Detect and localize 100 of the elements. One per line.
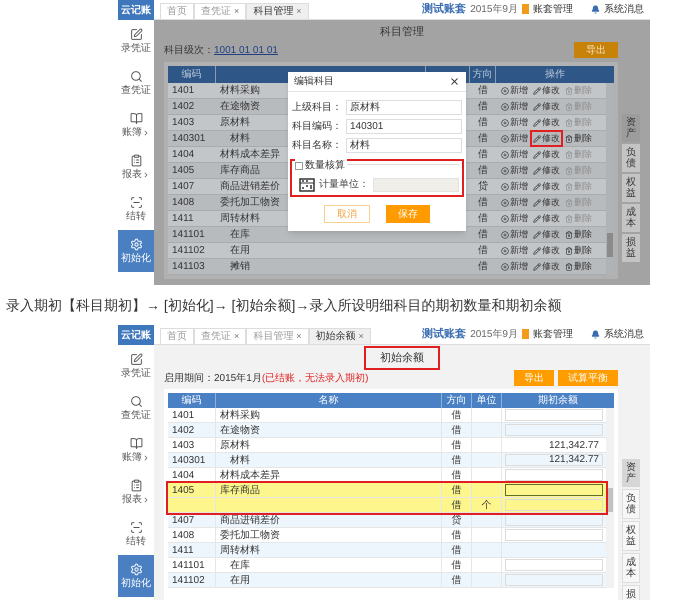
add-link[interactable]: 新增 — [500, 164, 529, 177]
add-link[interactable]: 新增 — [500, 180, 529, 193]
edit-link[interactable]: 修改 — [532, 164, 561, 177]
tab-close-button[interactable]: × — [296, 330, 302, 344]
scrollbar[interactable] — [606, 83, 614, 275]
vertical-tab[interactable]: 权益 — [622, 521, 640, 551]
tab-close-button[interactable]: × — [234, 4, 240, 18]
account-manage-link[interactable]: 账套管理 — [533, 326, 573, 342]
period-label: 启用期间：2015年1月 — [164, 372, 262, 386]
amount-input-field[interactable]: 121,342.77 — [505, 454, 603, 466]
edit-link[interactable]: 修改 — [532, 180, 561, 193]
delete-link[interactable]: 删除 — [564, 228, 593, 241]
delete-link[interactable]: 删除 — [564, 244, 593, 257]
table-cell: 借 — [478, 245, 488, 256]
tab-close-button[interactable]: × — [234, 330, 240, 344]
edit-link[interactable]: 修改 — [532, 228, 561, 241]
vertical-tab[interactable]: 负债 — [622, 144, 640, 172]
sidebar-label: 结转 — [126, 537, 146, 547]
vertical-tab[interactable]: 资产 — [622, 114, 640, 142]
sidebar-item[interactable]: 初始化 — [118, 230, 154, 272]
sidebar-item[interactable]: 初始化 — [118, 555, 154, 597]
add-link[interactable]: 新增 — [500, 196, 529, 209]
amount-input-field[interactable] — [505, 484, 603, 496]
tab-close-button[interactable]: × — [296, 4, 302, 18]
plus-circle-icon — [501, 214, 509, 222]
chevron-right-icon — [142, 129, 150, 137]
add-link[interactable]: 新增 — [500, 244, 529, 257]
pencil-icon — [533, 166, 541, 174]
add-link[interactable]: 新增 — [500, 260, 529, 273]
tab[interactable]: 科目管理 × — [246, 3, 309, 19]
tab[interactable]: 科目管理 × — [246, 328, 309, 344]
table-cell: 借 — [452, 574, 462, 586]
edit-link[interactable]: 修改 — [532, 116, 561, 129]
plus-circle-icon — [501, 198, 509, 206]
add-link[interactable]: 新增 — [500, 100, 529, 113]
tab[interactable]: 查凭证 × — [194, 3, 246, 19]
field-label: 计量单位： — [319, 178, 369, 192]
plus-circle-icon — [501, 230, 509, 238]
vertical-tab[interactable]: 权益 — [622, 174, 640, 202]
edit-link[interactable]: 修改 — [532, 196, 561, 209]
vertical-tab[interactable]: 成本 — [622, 553, 640, 583]
sidebar-label: 初始化 — [121, 579, 151, 589]
table-cell: 贷 — [478, 181, 488, 192]
edit-link[interactable]: 修改 — [532, 132, 561, 145]
add-link[interactable]: 新增 — [500, 132, 529, 145]
plus-circle-icon — [501, 102, 509, 110]
add-link[interactable]: 新增 — [500, 148, 529, 161]
tab-close-button[interactable]: × — [358, 330, 364, 344]
input-field[interactable]: 140301 — [346, 119, 462, 134]
messages-link[interactable]: 系统消息 — [604, 326, 644, 342]
input-field[interactable]: 原材料 — [346, 100, 462, 115]
table-cell: 借 — [478, 149, 488, 160]
trash-icon — [565, 118, 573, 126]
delete-link[interactable]: 删除 — [564, 132, 593, 145]
sidebar-label: 账簿 — [122, 128, 142, 138]
vertical-tab[interactable]: 负债 — [622, 489, 640, 519]
table-cell: 材料 — [230, 133, 250, 144]
pencil-icon — [533, 134, 541, 142]
input-field[interactable]: 材料 — [346, 138, 462, 153]
dialog-title: 编辑科目 — [294, 74, 334, 89]
edit-link[interactable]: 修改 — [532, 84, 561, 97]
table-cell: 委托加工物资 — [220, 197, 280, 208]
table-cell-text: 141102 — [172, 574, 205, 588]
vertical-tab[interactable]: 损益 — [622, 234, 640, 262]
scrollbar[interactable] — [606, 408, 614, 588]
close-icon[interactable] — [449, 76, 460, 87]
vertical-tab[interactable]: 损 — [622, 585, 640, 600]
chevron-right-icon — [142, 171, 150, 179]
table-cell-text: 1404 — [172, 468, 194, 482]
tab[interactable]: 查凭证 × — [194, 328, 246, 344]
pencil-icon — [533, 182, 541, 190]
delete-link[interactable]: 删除 — [564, 260, 593, 273]
sidebar-label: 报表 — [122, 495, 142, 505]
edit-link[interactable]: 修改 — [532, 212, 561, 225]
tab[interactable]: 初始余额 × — [308, 328, 371, 344]
sidebar-label: 报表 — [122, 170, 142, 180]
plus-circle-icon — [501, 182, 509, 190]
checkbox[interactable] — [295, 162, 303, 170]
field-label: 科目名称： — [292, 138, 343, 153]
messages-link[interactable]: 系统消息 — [604, 2, 644, 16]
vertical-tab[interactable]: 成本 — [622, 204, 640, 232]
account-manage-link[interactable]: 账套管理 — [533, 2, 573, 16]
vertical-tab[interactable]: 资产 — [622, 459, 640, 487]
table-cell: 140301 — [172, 133, 206, 144]
table-cell: 在用 — [230, 245, 250, 256]
add-link[interactable]: 新增 — [500, 116, 529, 129]
edit-link[interactable]: 修改 — [532, 148, 561, 161]
edit-link[interactable]: 修改 — [532, 260, 561, 273]
trash-icon — [565, 166, 573, 174]
edit-link[interactable]: 修改 — [532, 244, 561, 257]
table-cell-text: 商品进销差价 — [220, 514, 280, 528]
pencil-icon — [533, 230, 541, 238]
trash-icon — [565, 198, 573, 206]
add-link[interactable]: 新增 — [500, 212, 529, 225]
add-link[interactable]: 新增 — [500, 84, 529, 97]
table-cell: 1402 — [172, 101, 194, 112]
edit-link[interactable]: 修改 — [532, 100, 561, 113]
levels-link[interactable]: 1001 01 01 01 — [214, 42, 278, 58]
table-cell: 借 — [478, 101, 488, 112]
add-link[interactable]: 新增 — [500, 228, 529, 241]
